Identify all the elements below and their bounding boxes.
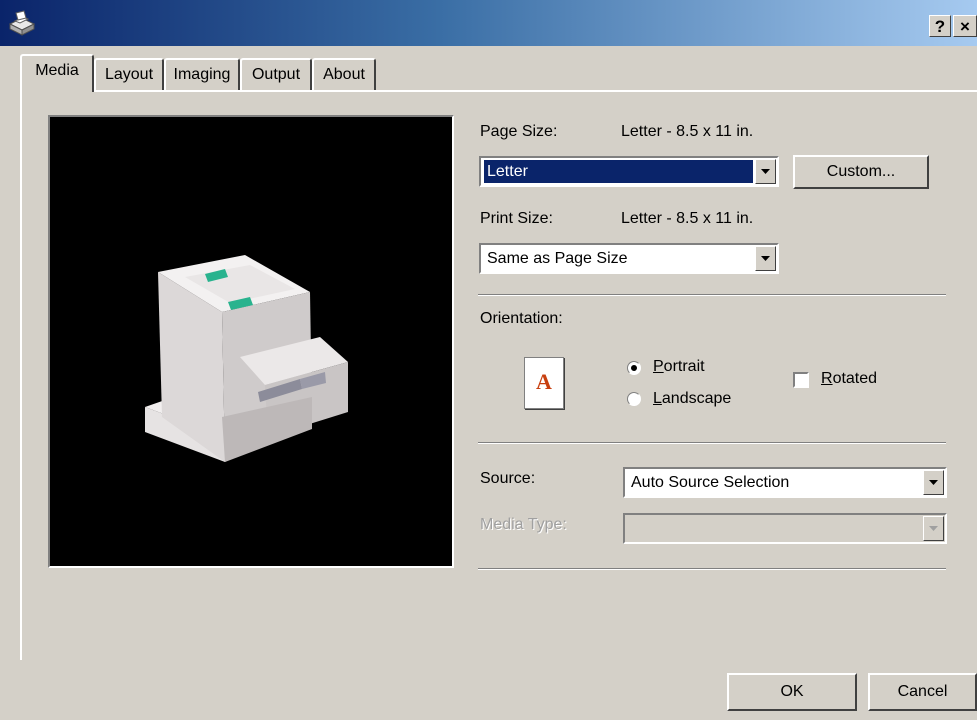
rotated-label[interactable]: Rotated — [821, 370, 877, 388]
ok-button[interactable]: OK — [727, 673, 857, 711]
chevron-down-icon[interactable] — [755, 246, 776, 271]
print-size-dropdown[interactable]: Same as Page Size — [479, 243, 779, 274]
tab-output[interactable]: Output — [240, 58, 312, 91]
tab-imaging[interactable]: Imaging — [164, 58, 240, 91]
page-size-label: Page Size: — [480, 123, 558, 140]
source-selected: Auto Source Selection — [631, 474, 790, 491]
tab-media[interactable]: Media — [20, 54, 94, 92]
help-button[interactable]: ? — [929, 15, 951, 37]
page-size-dropdown[interactable]: Letter — [479, 156, 779, 187]
page-size-selected: Letter — [484, 160, 753, 183]
printer-icon — [8, 10, 36, 36]
orientation-label: Orientation: — [480, 310, 563, 327]
divider — [478, 294, 946, 296]
tab-layout[interactable]: Layout — [94, 58, 164, 91]
custom-button[interactable]: Custom... — [793, 155, 929, 189]
title-bar: ? × — [0, 0, 977, 46]
chevron-down-icon[interactable] — [923, 470, 944, 495]
divider — [478, 442, 946, 444]
close-button[interactable]: × — [953, 15, 977, 37]
source-dropdown[interactable]: Auto Source Selection — [623, 467, 947, 498]
printer-illustration — [145, 255, 348, 462]
chevron-down-icon[interactable] — [755, 159, 776, 184]
landscape-radio[interactable] — [627, 392, 641, 406]
divider — [478, 568, 946, 570]
portrait-label[interactable]: Portrait — [653, 358, 705, 376]
landscape-label[interactable]: Landscape — [653, 390, 731, 408]
media-type-label: Media Type: — [480, 516, 567, 533]
page-size-value: Letter - 8.5 x 11 in. — [621, 123, 754, 140]
print-size-value: Letter - 8.5 x 11 in. — [621, 210, 754, 227]
print-size-selected: Same as Page Size — [487, 250, 628, 267]
portrait-radio[interactable] — [627, 361, 641, 375]
orientation-preview: A — [524, 357, 564, 409]
printer-preview — [48, 115, 454, 568]
tab-about[interactable]: About — [312, 58, 376, 91]
media-type-dropdown — [623, 513, 947, 544]
print-size-label: Print Size: — [480, 210, 553, 227]
chevron-down-icon — [923, 516, 944, 541]
rotated-checkbox[interactable] — [793, 372, 809, 388]
media-type-selected — [628, 517, 634, 540]
orientation-preview-letter: A — [536, 369, 552, 394]
cancel-button[interactable]: Cancel — [868, 673, 977, 711]
source-label: Source: — [480, 470, 536, 487]
